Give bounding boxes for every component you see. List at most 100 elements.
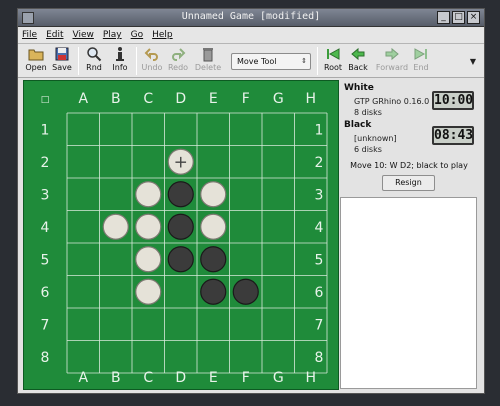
row-label-right: 8 — [315, 350, 324, 366]
magnifier-icon — [87, 47, 102, 62]
column-label-top: C — [143, 91, 153, 107]
row-label-left: 8 — [41, 350, 50, 366]
row-label-right: 4 — [315, 220, 324, 236]
row-label-right: 1 — [315, 122, 324, 138]
toolbar-separator — [78, 47, 79, 75]
undo-arrow-icon — [144, 48, 158, 61]
save-button[interactable]: Save — [49, 46, 75, 76]
row-label-right: 5 — [315, 252, 324, 268]
white-disk — [135, 181, 162, 208]
trash-icon — [203, 48, 213, 62]
column-label-top: E — [209, 91, 218, 107]
menu-play[interactable]: Play — [103, 30, 122, 40]
column-label-top: B — [111, 91, 121, 107]
game-board[interactable]: □ A A B B C C D D E E F F G G H H 1 1 2 2 3 3 4 4 5 5 6 6 7 7 8 8 + — [23, 80, 339, 390]
toolbar-separator — [317, 47, 318, 75]
game-status: Move 10: W D2; black to play — [350, 161, 468, 170]
move-list[interactable] — [340, 197, 477, 389]
root-button[interactable]: Root — [320, 46, 346, 76]
forward-arrow-icon — [385, 47, 399, 61]
row-label-left: 2 — [41, 155, 50, 171]
info-button[interactable]: Info — [107, 46, 133, 76]
column-label-top: A — [78, 91, 88, 107]
column-label-top: D — [175, 91, 186, 107]
floppy-icon — [55, 47, 69, 61]
row-label-right: 7 — [315, 317, 324, 333]
redo-arrow-icon — [172, 48, 186, 61]
white-disk — [200, 213, 227, 240]
column-label-bottom: F — [242, 370, 250, 386]
black-disk — [167, 246, 194, 273]
black-disk — [232, 278, 259, 305]
black-player-name: [unknown] — [354, 134, 397, 143]
column-label-top: G — [273, 91, 284, 107]
minimize-button[interactable]: _ — [437, 11, 450, 24]
app-window: Unnamed Game [modified] _ □ × File Edit … — [17, 8, 485, 394]
menu-bar: File Edit View Play Go Help — [18, 27, 484, 44]
row-label-right: 3 — [315, 187, 324, 203]
row-label-left: 4 — [41, 220, 50, 236]
toolbar-separator — [136, 47, 137, 75]
board-corner-marker: □ — [41, 95, 50, 105]
black-player-label: Black — [344, 120, 372, 130]
row-label-left: 7 — [41, 317, 50, 333]
black-disk — [200, 246, 227, 273]
menu-edit[interactable]: Edit — [46, 30, 63, 40]
menu-file[interactable]: File — [22, 30, 37, 40]
last-move-marker: + — [174, 152, 188, 172]
column-label-bottom: G — [273, 370, 284, 386]
white-player-label: White — [344, 83, 374, 93]
column-label-bottom: D — [175, 370, 186, 386]
tool-select[interactable]: Move Tool ⇕ — [231, 53, 311, 70]
forward-button[interactable]: Forward — [376, 46, 408, 76]
column-label-top: H — [305, 91, 316, 107]
resign-button[interactable]: Resign — [382, 175, 435, 191]
toolbar: Open Save Rnd Info Undo Redo Delete Move… — [18, 44, 484, 78]
row-label-left: 6 — [41, 285, 50, 301]
random-button[interactable]: Rnd — [81, 46, 107, 76]
column-label-bottom: H — [305, 370, 316, 386]
spin-arrows-icon: ⇕ — [301, 57, 307, 65]
maximize-button[interactable]: □ — [452, 11, 465, 24]
black-disk — [200, 278, 227, 305]
white-disk — [102, 213, 129, 240]
folder-icon — [28, 49, 44, 61]
menu-help[interactable]: Help — [152, 30, 173, 40]
first-arrow-icon — [327, 48, 340, 60]
title-bar[interactable]: Unnamed Game [modified] _ □ × — [18, 9, 484, 27]
back-button[interactable]: Back — [345, 46, 371, 76]
game-info-panel: White GTP GRhino 0.16.0 8 disks 10:00 Bl… — [340, 79, 478, 391]
board-grid[interactable]: □ A A B B C C D D E E F F G G H H 1 1 2 2 3 3 4 4 5 5 6 6 7 7 8 8 + — [24, 81, 340, 391]
column-label-bottom: E — [209, 370, 218, 386]
column-label-top: F — [242, 91, 250, 107]
open-button[interactable]: Open — [23, 46, 49, 76]
info-icon — [116, 47, 124, 61]
white-disk-count: 8 disks — [354, 108, 382, 117]
white-player-name: GTP GRhino 0.16.0 — [354, 97, 430, 106]
white-disk — [200, 181, 227, 208]
undo-button[interactable]: Undo — [139, 46, 165, 76]
row-label-right: 2 — [315, 155, 324, 171]
window-title: Unnamed Game [modified] — [181, 11, 321, 22]
row-label-right: 6 — [315, 285, 324, 301]
toolbar-overflow-button[interactable]: ▼ — [470, 57, 476, 66]
black-disk — [167, 213, 194, 240]
menu-view[interactable]: View — [73, 30, 94, 40]
black-clock: 08:43 — [432, 126, 474, 145]
back-arrow-icon — [351, 47, 365, 61]
column-label-bottom: C — [143, 370, 153, 386]
last-arrow-icon — [414, 48, 427, 60]
black-disk-count: 6 disks — [354, 145, 382, 154]
end-button[interactable]: End — [408, 46, 434, 76]
column-label-bottom: A — [78, 370, 88, 386]
white-disk — [135, 278, 162, 305]
white-clock: 10:00 — [432, 91, 474, 110]
white-disk — [135, 246, 162, 273]
redo-button[interactable]: Redo — [165, 46, 191, 76]
row-label-left: 5 — [41, 252, 50, 268]
black-disk — [167, 181, 194, 208]
column-label-bottom: B — [111, 370, 121, 386]
close-button[interactable]: × — [467, 11, 480, 24]
menu-go[interactable]: Go — [131, 30, 143, 40]
delete-button[interactable]: Delete — [195, 46, 221, 76]
